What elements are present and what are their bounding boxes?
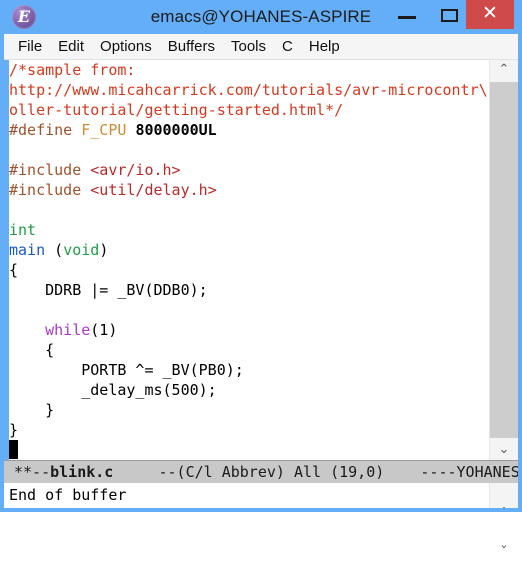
- menu-item-buffers[interactable]: Buffers: [160, 34, 223, 59]
- code-token: #include: [9, 161, 82, 179]
- code-token: (: [45, 241, 64, 259]
- code-token: PORTB ^= _BV(PB0);: [9, 361, 244, 379]
- code-line: int: [9, 220, 489, 240]
- code-line: _delay_ms(500);: [9, 380, 489, 400]
- scroll-up-icon[interactable]: ⌃: [490, 60, 518, 80]
- code-line: #define F_CPU 8000000UL: [9, 120, 489, 140]
- code-token: <util/delay.h>: [90, 181, 217, 199]
- code-token: #include: [9, 181, 82, 199]
- code-token: {: [9, 261, 19, 279]
- minimize-icon: [398, 16, 416, 19]
- mode-line-content: **--blink.c --(C/l Abbrev) All (19,0) --…: [4, 463, 518, 481]
- minibuffer[interactable]: End of buffer ⌃ ⌄: [4, 483, 518, 550]
- code-token: #define: [9, 121, 73, 139]
- code-line: }: [9, 420, 489, 440]
- menu-item-tools[interactable]: Tools: [223, 34, 274, 59]
- maximize-button[interactable]: [428, 0, 470, 29]
- minibuffer-message: End of buffer: [9, 486, 127, 504]
- code-token: main: [9, 241, 46, 259]
- code-token: oller-tutorial/getting-started.html*/: [9, 101, 344, 119]
- code-line: {: [9, 260, 489, 280]
- mode-line-buffer-name: blink.c: [50, 463, 114, 481]
- menu-item-edit[interactable]: Edit: [50, 34, 92, 59]
- maximize-icon: [441, 9, 458, 22]
- mode-line-status: --(C/l Abbrev) All (19,0) ----YOHANES: [113, 463, 518, 481]
- code-line: #include <avr/io.h>: [9, 160, 489, 180]
- minibuffer-scroll-down-icon[interactable]: ⌄: [490, 539, 518, 550]
- buffer-text-area[interactable]: /*sample from: http://www.micahcarrick.co…: [4, 60, 518, 460]
- scrollbar-thumb[interactable]: [490, 82, 518, 438]
- code-line: while(1): [9, 320, 489, 340]
- mode-line: **--blink.c --(C/l Abbrev) All (19,0) --…: [4, 460, 518, 483]
- code-token: <avr/io.h>: [90, 161, 181, 179]
- minimize-button[interactable]: [386, 0, 428, 29]
- code-line: DDRB |= _BV(DDB0);: [9, 280, 489, 300]
- code-token: int: [9, 221, 37, 239]
- code-line: oller-tutorial/getting-started.html*/: [9, 100, 489, 120]
- window-bottom-border: [0, 508, 522, 512]
- code-line: {: [9, 340, 489, 360]
- buffer-scrollbar[interactable]: ⌃ ⌄: [489, 60, 518, 460]
- code-token: /*sample from:: [9, 61, 136, 79]
- code-line: /*sample from:: [9, 60, 489, 80]
- code-token: }: [9, 421, 19, 439]
- code-token: (1): [90, 321, 118, 339]
- close-icon: ✕: [482, 3, 498, 24]
- source-code: /*sample from: http://www.micahcarrick.co…: [9, 60, 489, 440]
- code-token: {: [9, 341, 55, 359]
- minibuffer-scrollbar[interactable]: ⌃ ⌄: [489, 483, 518, 550]
- code-line: PORTB ^= _BV(PB0);: [9, 360, 489, 380]
- code-token: F_CPU: [81, 121, 127, 139]
- code-token: ): [99, 241, 109, 259]
- code-token: while: [45, 321, 91, 339]
- code-token: DDRB |= _BV(DDB0);: [9, 281, 208, 299]
- scroll-down-icon[interactable]: ⌄: [490, 440, 518, 460]
- menu-item-help[interactable]: Help: [301, 34, 348, 59]
- close-button[interactable]: ✕: [466, 0, 514, 29]
- text-cursor: [9, 440, 18, 459]
- mode-line-flags: **--: [14, 463, 51, 481]
- code-token: http://www.micahcarrick.com/tutorials/av…: [9, 81, 488, 99]
- code-token: }: [9, 401, 55, 419]
- code-line: }: [9, 400, 489, 420]
- menu-bar: File Edit Options Buffers Tools C Help: [4, 34, 518, 60]
- code-token: void: [63, 241, 100, 259]
- code-token: 8000000UL: [135, 121, 217, 139]
- code-token: _delay_ms(500);: [9, 381, 217, 399]
- code-line: main (void): [9, 240, 489, 260]
- code-line: http://www.micahcarrick.com/tutorials/av…: [9, 80, 489, 100]
- menu-item-options[interactable]: Options: [92, 34, 160, 59]
- code-line: #include <util/delay.h>: [9, 180, 489, 200]
- emacs-window: E emacs@YOHANES-ASPIRE ✕ File Edit Options…: [0, 0, 522, 550]
- menu-item-file[interactable]: File: [10, 34, 50, 59]
- menu-item-c[interactable]: C: [274, 34, 301, 59]
- title-bar: E emacs@YOHANES-ASPIRE ✕: [0, 0, 522, 34]
